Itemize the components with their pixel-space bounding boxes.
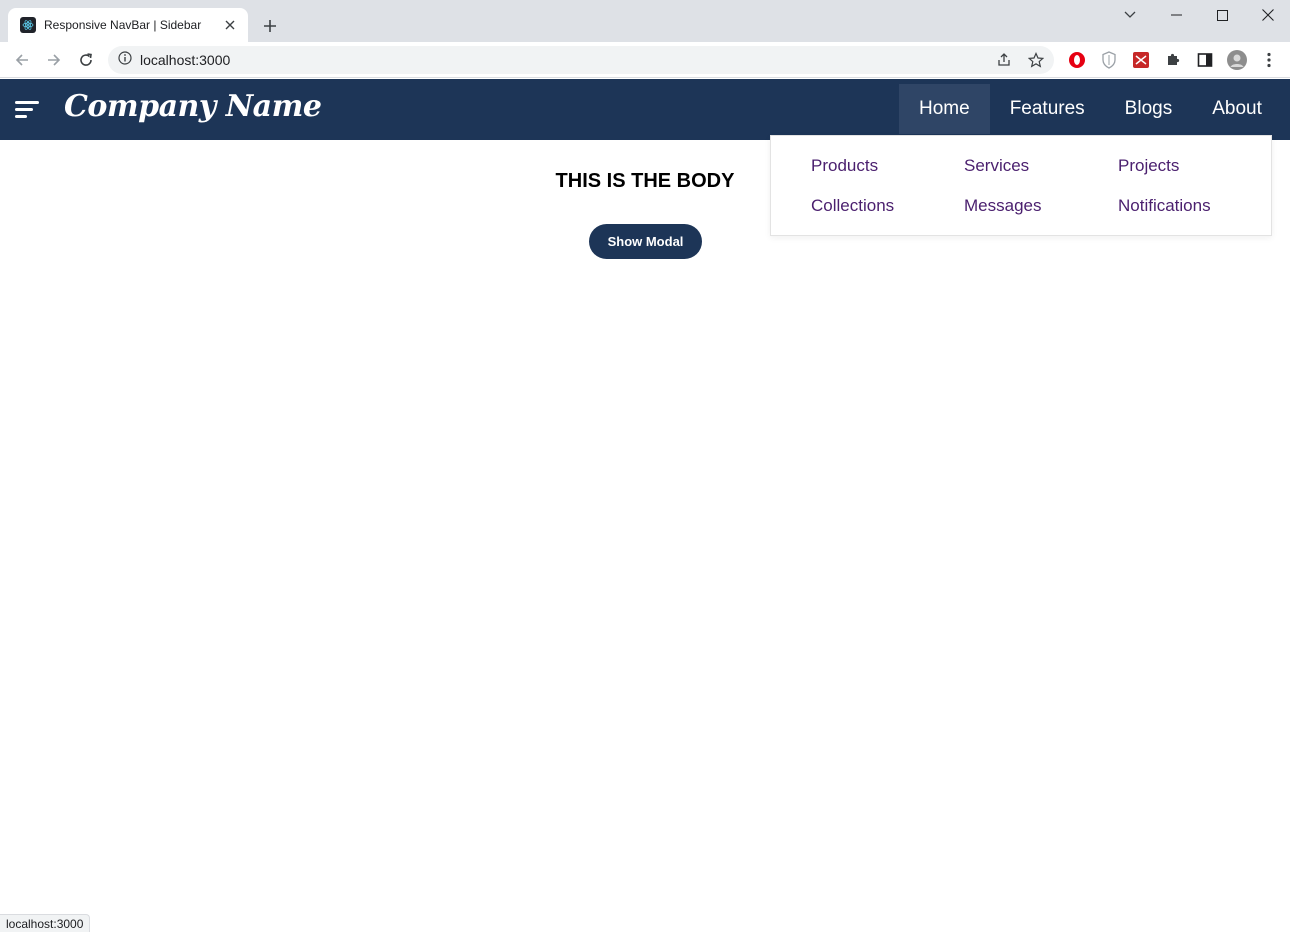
side-panel-icon[interactable]	[1195, 50, 1215, 70]
kebab-menu-icon[interactable]	[1259, 50, 1279, 70]
share-icon[interactable]	[992, 50, 1016, 70]
browser-tab[interactable]: Responsive NavBar | Sidebar	[8, 8, 248, 42]
hamburger-icon[interactable]	[15, 100, 41, 120]
chevron-down-icon[interactable]	[1107, 0, 1153, 30]
status-bar-url: localhost:3000	[0, 914, 91, 932]
puzzle-icon[interactable]	[1163, 50, 1183, 70]
avatar[interactable]	[1227, 50, 1247, 70]
star-icon[interactable]	[1024, 50, 1048, 70]
nav-item-blogs[interactable]: Blogs	[1105, 84, 1193, 134]
address-bar[interactable]: localhost:3000	[108, 46, 1054, 74]
plus-icon[interactable]	[258, 14, 282, 38]
tab-title: Responsive NavBar | Sidebar	[44, 18, 202, 32]
arrow-right-icon[interactable]	[42, 48, 66, 72]
shield-icon[interactable]	[1099, 50, 1119, 70]
dropdown-item-messages[interactable]: Messages	[964, 196, 1041, 216]
show-modal-button[interactable]: Show Modal	[589, 224, 702, 259]
arrow-left-icon[interactable]	[10, 48, 34, 72]
nav-item-about[interactable]: About	[1192, 84, 1282, 134]
nav-item-features[interactable]: Features	[990, 84, 1105, 134]
maximize-icon[interactable]	[1199, 0, 1245, 30]
minimize-icon[interactable]	[1153, 0, 1199, 30]
info-icon[interactable]	[118, 50, 132, 70]
brand-logo[interactable]: Company Name	[64, 89, 322, 124]
react-logo-icon	[20, 17, 36, 33]
browser-tab-bar: Responsive NavBar | Sidebar	[0, 0, 1290, 42]
close-icon[interactable]	[1245, 0, 1290, 30]
url-text: localhost:3000	[140, 52, 231, 68]
close-icon[interactable]	[222, 17, 238, 33]
reload-icon[interactable]	[74, 48, 98, 72]
dropdown-item-collections[interactable]: Collections	[811, 196, 894, 216]
nav-item-home[interactable]: Home	[899, 84, 990, 134]
extension-red-icon[interactable]	[1131, 50, 1151, 70]
app-navbar: Company Name Home Features Blogs About	[0, 79, 1290, 140]
page-title: THIS IS THE BODY	[555, 170, 735, 192]
opera-icon[interactable]	[1067, 50, 1087, 70]
dropdown-item-notifications[interactable]: Notifications	[1118, 196, 1211, 216]
browser-toolbar: localhost:3000	[0, 42, 1290, 78]
nav-menu: Home Features Blogs About	[899, 84, 1282, 134]
